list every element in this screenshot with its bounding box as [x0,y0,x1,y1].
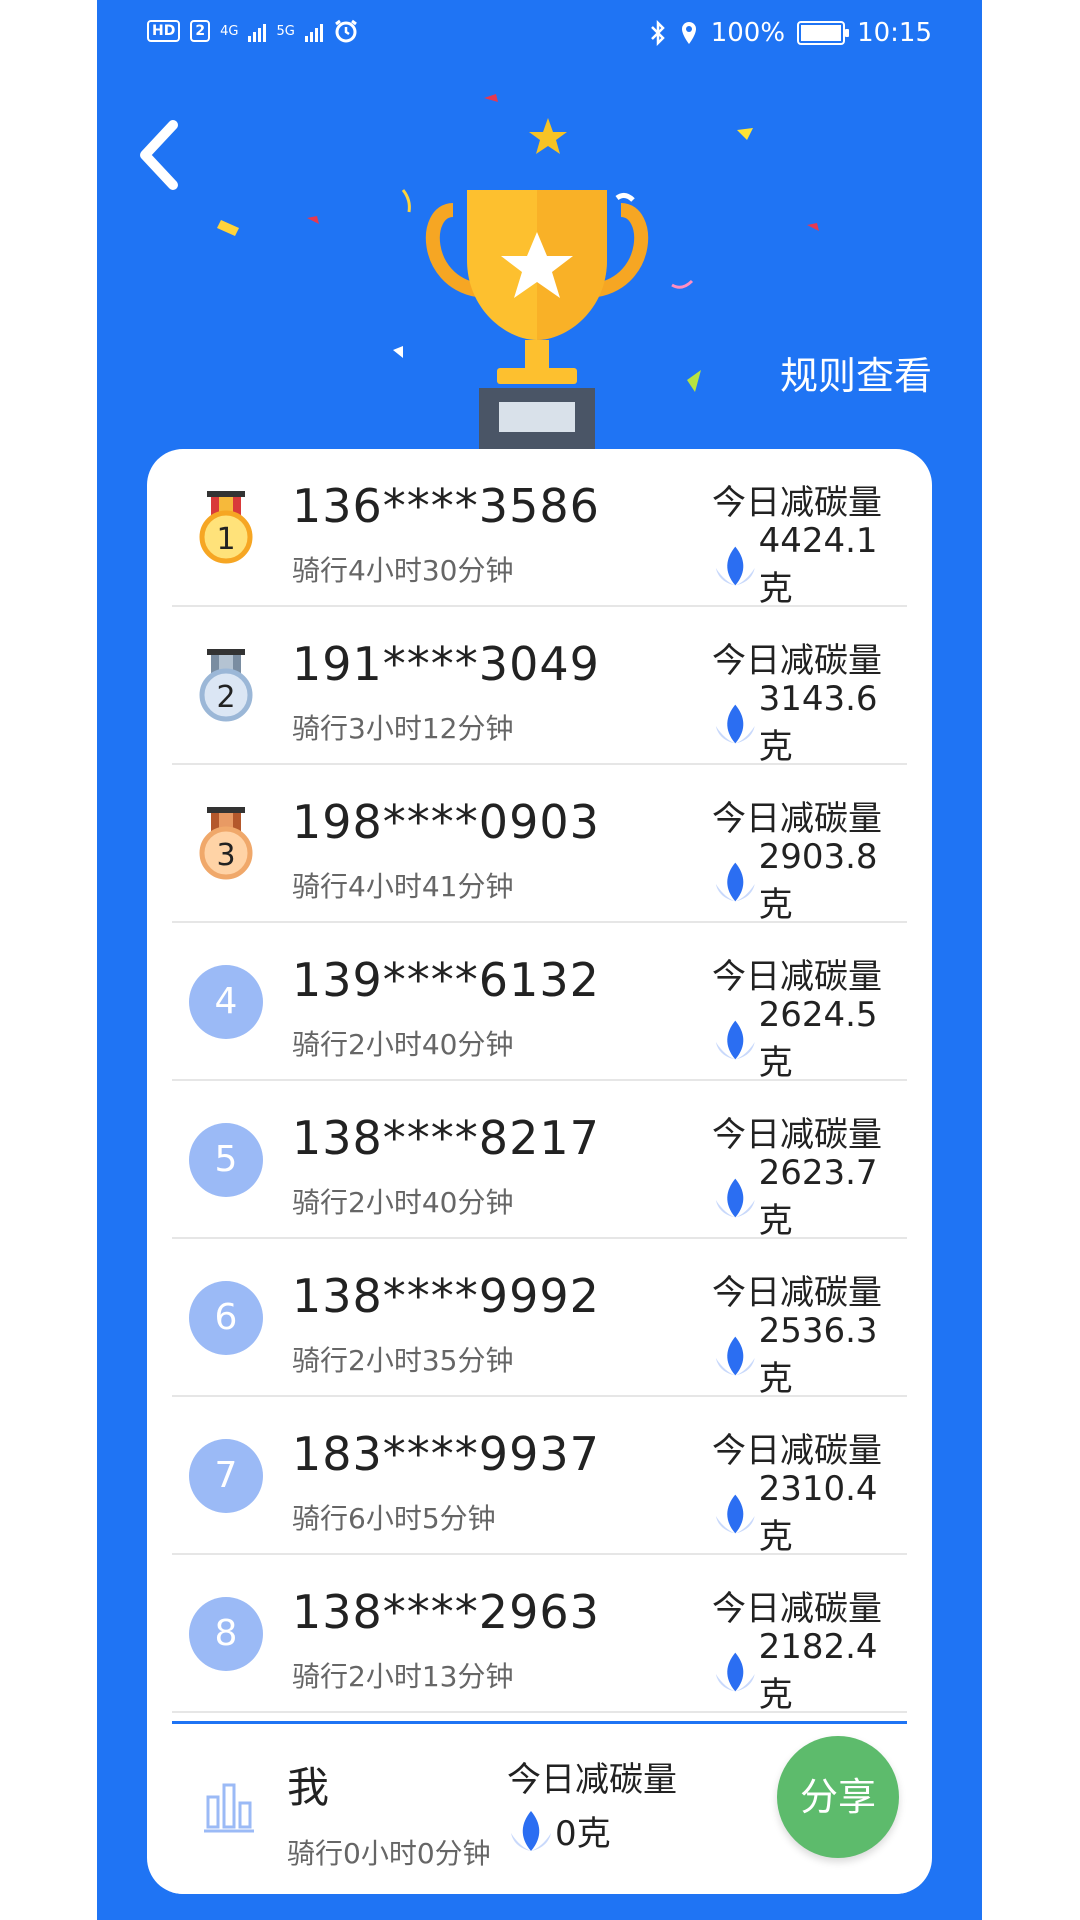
carbon-amount: 2310.4克 [758,1469,878,1557]
rank-badge: 5 [189,1123,263,1197]
carbon-amount: 2623.7克 [758,1153,878,1241]
status-left: HD 2 4G 5G [147,18,359,44]
leaf-icon [715,1652,755,1691]
carbon-value: 4424.1克 [712,521,907,610]
network-4g-label: 4G [220,23,239,39]
alarm-icon [334,19,357,43]
user-phone: 136****3586 [292,479,600,533]
carbon-value: 2310.4克 [712,1469,907,1558]
hd-badge: HD [147,20,181,42]
signal-icon-2 [304,20,323,42]
carbon-value: 2536.3克 [712,1311,907,1400]
gold-medal-icon: 1 [199,491,253,564]
battery-icon [797,21,850,45]
rules-link[interactable]: 规则查看 [780,345,932,400]
user-phone: 198****0903 [292,795,600,849]
rank-number: 1 [216,522,235,557]
network-5g-label: 5G [276,23,295,39]
carbon-label: 今日减碳量 [712,1589,882,1629]
carbon-amount: 2536.3克 [758,1311,878,1399]
leaf-icon [715,1020,755,1059]
location-icon [681,22,696,44]
my-carbon-value: 0克 [507,1806,611,1855]
rank-number: 3 [216,838,235,873]
rank-badge: 7 [189,1439,263,1513]
bar-chart-icon [204,1783,254,1833]
bluetooth-icon [650,20,665,46]
trophy-icon [425,190,649,450]
share-button[interactable]: 分享 [777,1736,899,1858]
ride-time: 骑行2小时40分钟 [292,1186,514,1219]
leaf-icon [511,1810,551,1851]
ride-time: 骑行2小时13分钟 [292,1660,514,1693]
leaderboard-row: 7 183****9937 骑行6小时5分钟 今日减碳量 2310.4克 [172,1397,907,1558]
leaf-icon [715,1494,755,1533]
carbon-label: 今日减碳量 [712,1115,882,1155]
ride-time: 骑行3小时12分钟 [292,712,514,745]
leaf-icon [715,546,755,585]
carbon-label: 今日减碳量 [712,957,882,997]
bronze-medal-icon: 3 [199,807,253,880]
carbon-value: 2182.4克 [712,1627,907,1716]
carbon-amount: 4424.1克 [758,521,878,609]
carbon-value: 2903.8克 [712,837,907,926]
rank-badge: 4 [189,965,263,1039]
leaderboard-row: 5 138****8217 骑行2小时40分钟 今日减碳量 2623.7克 [172,1081,907,1242]
carbon-amount: 3143.6克 [758,679,878,767]
battery-percent: 100% [710,18,786,48]
carbon-label: 今日减碳量 [712,1273,882,1313]
my-carbon-amount: 0克 [555,1814,611,1854]
carbon-label: 今日减碳量 [712,799,882,839]
leaderboard-card: 1 136****3586 骑行4小时30分钟 今日减碳量 4424.1克 2 … [147,449,932,1894]
sim-badge: 2 [190,20,211,42]
user-phone: 191****3049 [292,637,600,691]
user-phone: 138****8217 [292,1111,600,1165]
signal-icon [248,20,267,42]
ride-time: 骑行4小时41分钟 [292,870,514,903]
carbon-amount: 2903.8克 [758,837,878,925]
leaf-icon [715,704,755,743]
user-phone: 183****9937 [292,1427,600,1481]
status-right: 100% 10:15 [649,18,932,48]
user-phone: 138****2963 [292,1585,600,1639]
ride-time: 骑行4小时30分钟 [292,554,514,587]
leaderboard-row: 6 138****9992 骑行2小时35分钟 今日减碳量 2536.3克 [172,1239,907,1400]
status-bar: HD 2 4G 5G 100% 10:15 [97,0,982,66]
carbon-label: 今日减碳量 [712,483,882,523]
ride-time: 骑行6小时5分钟 [292,1502,496,1535]
leaderboard-row: 1 136****3586 骑行4小时30分钟 今日减碳量 4424.1克 [172,449,907,610]
leaderboard-list: 1 136****3586 骑行4小时30分钟 今日减碳量 4424.1克 2 … [172,449,907,1716]
my-rank-bar: 我 骑行0小时0分钟 今日减碳量 0克 分享 [172,1721,907,1894]
rank-badge: 8 [189,1597,263,1671]
user-phone: 139****6132 [292,953,600,1007]
carbon-label: 今日减碳量 [712,1431,882,1471]
leaderboard-row: 2 191****3049 骑行3小时12分钟 今日减碳量 3143.6克 [172,607,907,768]
my-name: 我 [287,1763,330,1812]
ride-time: 骑行2小时35分钟 [292,1344,514,1377]
carbon-value: 2623.7克 [712,1153,907,1242]
app-screen: HD 2 4G 5G 100% 10:15 规则查看 1 136****3586… [97,0,982,1920]
my-carbon-label: 今日减碳量 [507,1760,677,1800]
user-phone: 138****9992 [292,1269,600,1323]
clock: 10:15 [857,18,932,48]
leaf-icon [715,1178,755,1217]
carbon-value: 2624.5克 [712,995,907,1084]
rank-badge: 6 [189,1281,263,1355]
ride-time: 骑行2小时40分钟 [292,1028,514,1061]
carbon-amount: 2624.5克 [758,995,878,1083]
leaderboard-row: 8 138****2963 骑行2小时13分钟 今日减碳量 2182.4克 [172,1555,907,1716]
leaf-icon [715,862,755,901]
leaderboard-row: 4 139****6132 骑行2小时40分钟 今日减碳量 2624.5克 [172,923,907,1084]
rank-number: 2 [216,680,235,715]
my-ride-time: 骑行0小时0分钟 [287,1837,491,1870]
silver-medal-icon: 2 [199,649,253,722]
leaderboard-row: 3 198****0903 骑行4小时41分钟 今日减碳量 2903.8克 [172,765,907,926]
carbon-label: 今日减碳量 [712,641,882,681]
carbon-value: 3143.6克 [712,679,907,768]
leaf-icon [715,1336,755,1375]
carbon-amount: 2182.4克 [758,1627,878,1715]
